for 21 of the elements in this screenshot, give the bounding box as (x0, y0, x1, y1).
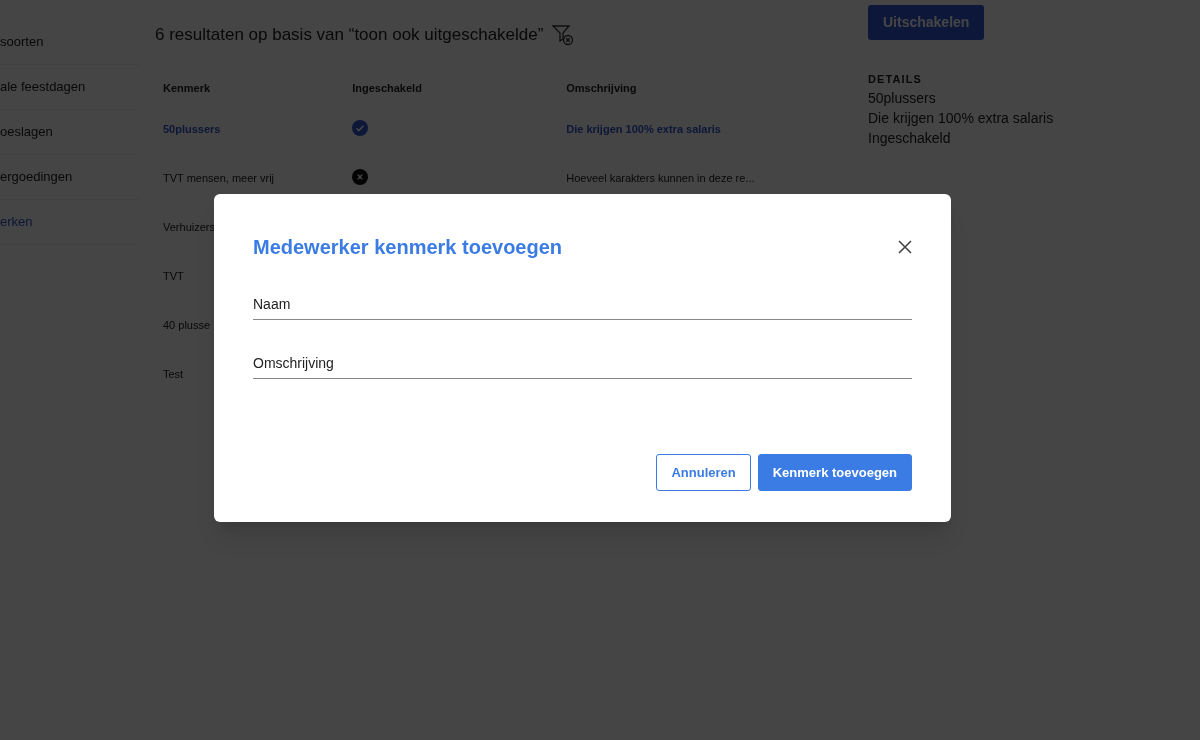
results-heading: 6 resultaten op basis van “toon ook uitgeschakelde” (155, 24, 544, 46)
detail-text: Ingeschakeld (868, 128, 952, 148)
input-field[interactable]: Naam (253, 283, 912, 320)
cancel-button[interactable]: Annuleren (656, 454, 751, 491)
dialog-title: Medewerker kenmerk toevoegen (253, 235, 563, 260)
table-cell: Die krijgen 100% extra salaris (566, 123, 721, 135)
input-field[interactable]: Omschrijving (253, 342, 912, 379)
detail-text: 50plussers (868, 88, 937, 108)
column-header: Omschrijving (566, 82, 637, 95)
table-cell[interactable]: TVT (163, 270, 184, 282)
table-cell[interactable]: TVT mensen, meer vrij (163, 172, 275, 184)
add-button[interactable]: Kenmerk toevoegen (757, 454, 912, 491)
table-cell[interactable]: 50plussers (163, 123, 221, 135)
column-header: Ingeschakeld (352, 82, 422, 95)
table-cell[interactable]: Test (163, 368, 184, 380)
table-cell[interactable]: 40 plusse (163, 319, 211, 331)
table-cell[interactable]: Verhuizers (163, 221, 215, 233)
column-header: Kenmerk (163, 82, 211, 95)
details-heading: DETAILS (868, 72, 922, 87)
close-icon[interactable] (897, 239, 913, 255)
detail-text: Die krijgen 100% extra salaris (868, 108, 1054, 128)
